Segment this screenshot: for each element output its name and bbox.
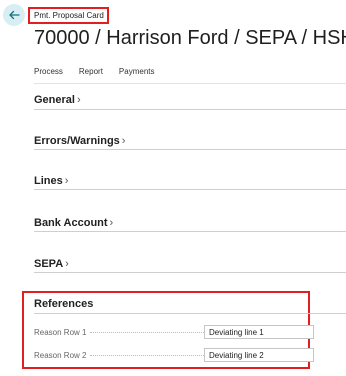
reason-row-1-label: Reason Row 1	[34, 327, 87, 337]
breadcrumb: Pmt. Proposal Card	[28, 7, 109, 24]
chevron-right-icon: ›	[64, 175, 69, 187]
arrow-left-icon	[9, 10, 20, 20]
section-sepa[interactable]: SEPA ›	[34, 258, 69, 270]
reason-row-1-input[interactable]: Deviating line 1	[204, 325, 314, 339]
leader-dots	[90, 354, 211, 356]
section-errors-warnings[interactable]: Errors/Warnings ›	[34, 135, 125, 147]
chevron-right-icon: ›	[76, 94, 81, 106]
leader-dots	[90, 331, 211, 333]
breadcrumb-label: Pmt. Proposal Card	[34, 11, 104, 20]
chevron-right-icon: ›	[109, 217, 114, 229]
action-process[interactable]: Process	[34, 67, 63, 76]
reason-row-2-label: Reason Row 2	[34, 350, 87, 360]
action-payments[interactable]: Payments	[119, 67, 155, 76]
section-lines[interactable]: Lines ›	[34, 175, 68, 187]
chevron-right-icon: ›	[65, 258, 69, 270]
section-divider	[34, 189, 346, 190]
action-bar: Process Report Payments	[34, 67, 155, 76]
section-references[interactable]: References	[34, 298, 93, 310]
chevron-right-icon: ›	[121, 135, 126, 147]
section-general[interactable]: General ›	[34, 94, 81, 106]
action-report[interactable]: Report	[79, 67, 103, 76]
section-divider	[34, 231, 346, 232]
section-bank-account[interactable]: Bank Account ›	[34, 217, 113, 229]
section-divider	[34, 313, 346, 314]
back-button[interactable]	[3, 4, 25, 26]
section-divider	[34, 109, 346, 110]
divider	[34, 83, 346, 84]
section-divider	[34, 149, 346, 150]
page-title: 70000 / Harrison Ford / SEPA / HSHNDEHH	[34, 27, 346, 49]
section-divider	[34, 272, 346, 273]
reason-row-2-input[interactable]: Deviating line 2	[204, 348, 314, 362]
